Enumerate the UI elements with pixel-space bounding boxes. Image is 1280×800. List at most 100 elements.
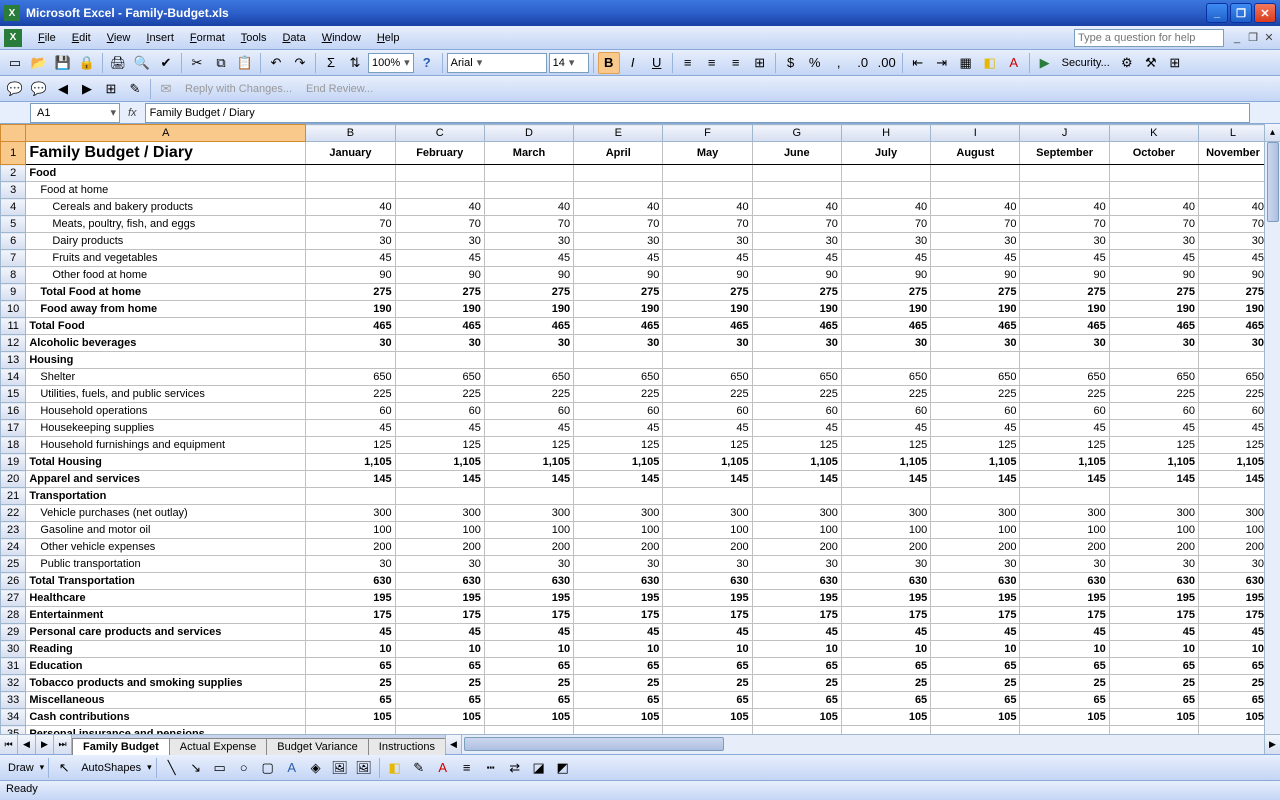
cell-D35[interactable]: [484, 726, 573, 735]
cell-H25[interactable]: 30: [841, 556, 930, 573]
sheet-tab-actual-expense[interactable]: Actual Expense: [169, 738, 267, 755]
col-header-G[interactable]: G: [752, 125, 841, 142]
row-header-5[interactable]: 5: [1, 216, 26, 233]
cell-B33[interactable]: 65: [306, 692, 395, 709]
cell-I4[interactable]: 40: [931, 199, 1020, 216]
cell-J22[interactable]: 300: [1020, 505, 1109, 522]
cell-B11[interactable]: 465: [306, 318, 395, 335]
cell-A22[interactable]: Vehicle purchases (net outlay): [26, 505, 306, 522]
cell-D23[interactable]: 100: [484, 522, 573, 539]
cell-G24[interactable]: 200: [752, 539, 841, 556]
row-header-28[interactable]: 28: [1, 607, 26, 624]
cell-K6[interactable]: 30: [1109, 233, 1198, 250]
vba-icon[interactable]: ⚒: [1140, 52, 1162, 74]
cell-G7[interactable]: 45: [752, 250, 841, 267]
cell-K4[interactable]: 40: [1109, 199, 1198, 216]
cell-J12[interactable]: 30: [1020, 335, 1109, 352]
cell-D29[interactable]: 45: [484, 624, 573, 641]
row-header-13[interactable]: 13: [1, 352, 26, 369]
cell-B35[interactable]: [306, 726, 395, 735]
row-header-15[interactable]: 15: [1, 386, 26, 403]
col-header-I[interactable]: I: [931, 125, 1020, 142]
cell-C17[interactable]: 45: [395, 420, 484, 437]
cell-E8[interactable]: 90: [574, 267, 663, 284]
italic-button[interactable]: I: [622, 52, 644, 74]
cell-E30[interactable]: 10: [574, 641, 663, 658]
cell-L14[interactable]: 650: [1198, 369, 1267, 386]
menu-help[interactable]: Help: [369, 29, 408, 47]
cell-L6[interactable]: 30: [1198, 233, 1267, 250]
cell-F4[interactable]: 40: [663, 199, 752, 216]
cell-J14[interactable]: 650: [1020, 369, 1109, 386]
cell-A11[interactable]: Total Food: [26, 318, 306, 335]
cell-F5[interactable]: 70: [663, 216, 752, 233]
cell-D17[interactable]: 45: [484, 420, 573, 437]
cell-H30[interactable]: 10: [841, 641, 930, 658]
cell-F35[interactable]: [663, 726, 752, 735]
cell-E27[interactable]: 195: [574, 590, 663, 607]
row-header-24[interactable]: 24: [1, 539, 26, 556]
cell-K15[interactable]: 225: [1109, 386, 1198, 403]
cell-B22[interactable]: 300: [306, 505, 395, 522]
cell-F18[interactable]: 125: [663, 437, 752, 454]
cell-A12[interactable]: Alcoholic beverages: [26, 335, 306, 352]
cell-G34[interactable]: 105: [752, 709, 841, 726]
diagram-icon[interactable]: ◈: [305, 757, 327, 779]
sheet-tab-budget-variance[interactable]: Budget Variance: [266, 738, 369, 755]
row-header-9[interactable]: 9: [1, 284, 26, 301]
autosum-icon[interactable]: Σ: [320, 52, 342, 74]
cell-H35[interactable]: [841, 726, 930, 735]
cell-C3[interactable]: [395, 182, 484, 199]
cell-E16[interactable]: 60: [574, 403, 663, 420]
row-header-7[interactable]: 7: [1, 250, 26, 267]
cell-D5[interactable]: 70: [484, 216, 573, 233]
draw-menu[interactable]: Draw: [4, 762, 38, 774]
cell-L29[interactable]: 45: [1198, 624, 1267, 641]
cell-H2[interactable]: [841, 165, 930, 182]
cell-G31[interactable]: 65: [752, 658, 841, 675]
textbox-icon[interactable]: ▢: [257, 757, 279, 779]
cell-F8[interactable]: 90: [663, 267, 752, 284]
sheet-tab-instructions[interactable]: Instructions: [368, 738, 446, 755]
cell-I22[interactable]: 300: [931, 505, 1020, 522]
cell-B28[interactable]: 175: [306, 607, 395, 624]
increase-indent-button[interactable]: ⇥: [931, 52, 953, 74]
cell-B21[interactable]: [306, 488, 395, 505]
cell-G15[interactable]: 225: [752, 386, 841, 403]
cell-G32[interactable]: 25: [752, 675, 841, 692]
menu-data[interactable]: Data: [274, 29, 313, 47]
cell-K34[interactable]: 105: [1109, 709, 1198, 726]
line-style-icon[interactable]: ≡: [456, 757, 478, 779]
cell-E2[interactable]: [574, 165, 663, 182]
cell-J19[interactable]: 1,105: [1020, 454, 1109, 471]
cell-D19[interactable]: 1,105: [484, 454, 573, 471]
cell-G5[interactable]: 70: [752, 216, 841, 233]
cell-E35[interactable]: [574, 726, 663, 735]
cell-C13[interactable]: [395, 352, 484, 369]
cell-J5[interactable]: 70: [1020, 216, 1109, 233]
cell-B12[interactable]: 30: [306, 335, 395, 352]
cell-D9[interactable]: 275: [484, 284, 573, 301]
col-header-C[interactable]: C: [395, 125, 484, 142]
cell-B6[interactable]: 30: [306, 233, 395, 250]
cell-C34[interactable]: 105: [395, 709, 484, 726]
vertical-scrollbar[interactable]: ▴: [1264, 124, 1280, 734]
cell-E12[interactable]: 30: [574, 335, 663, 352]
cell-A8[interactable]: Other food at home: [26, 267, 306, 284]
cell-F27[interactable]: 195: [663, 590, 752, 607]
spelling-icon[interactable]: ✔: [155, 52, 177, 74]
cell-I13[interactable]: [931, 352, 1020, 369]
percent-button[interactable]: %: [804, 52, 826, 74]
cell-B15[interactable]: 225: [306, 386, 395, 403]
close-button[interactable]: [1254, 3, 1276, 23]
cell-B20[interactable]: 145: [306, 471, 395, 488]
cell-I17[interactable]: 45: [931, 420, 1020, 437]
cell-L11[interactable]: 465: [1198, 318, 1267, 335]
cell-K20[interactable]: 145: [1109, 471, 1198, 488]
row-header-23[interactable]: 23: [1, 522, 26, 539]
cell-K7[interactable]: 45: [1109, 250, 1198, 267]
cell-G33[interactable]: 65: [752, 692, 841, 709]
cell-A14[interactable]: Shelter: [26, 369, 306, 386]
menu-edit[interactable]: Edit: [64, 29, 99, 47]
cell-K13[interactable]: [1109, 352, 1198, 369]
